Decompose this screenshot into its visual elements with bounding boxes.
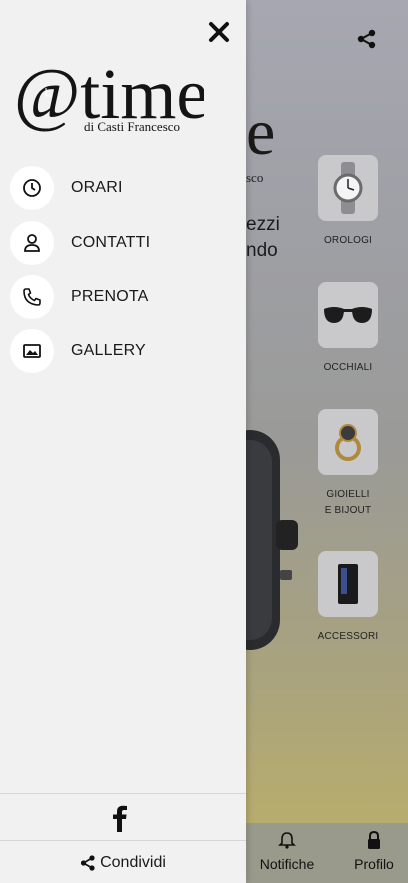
bottom-tab-bar: Notifiche Profilo (246, 823, 408, 883)
facebook-icon[interactable] (106, 802, 134, 832)
lighter-icon (338, 564, 358, 604)
menu-item-orari[interactable]: ORARI (10, 166, 240, 210)
logo-tagline: di Casti Francesco (84, 119, 180, 134)
category-tile (318, 551, 378, 617)
sunglasses-icon (324, 307, 372, 323)
background-logo-fragment: e (246, 96, 276, 169)
category-label: GIOIELLI E BIJOUT (324, 489, 372, 516)
category-orologi[interactable]: OROLOGI (312, 155, 384, 249)
image-icon (23, 344, 41, 358)
share-icon (80, 854, 95, 871)
share-button[interactable]: Condividi (0, 842, 246, 883)
category-tile (318, 155, 378, 221)
category-label: OCCHIALI (323, 362, 373, 373)
phone-icon (23, 288, 41, 306)
hero-line-2: ndo (246, 240, 278, 261)
tab-notifiche[interactable]: Notifiche (256, 831, 318, 872)
tab-profilo[interactable]: Profilo (346, 830, 402, 872)
background-logo-sub-fragment: sco (246, 170, 264, 185)
share-icon[interactable] (356, 28, 378, 50)
divider (0, 793, 246, 794)
category-label: OROLOGI (323, 235, 373, 246)
brand-logo: @time di Casti Francesco (14, 54, 208, 138)
category-tile (318, 409, 378, 475)
menu-item-label: ORARI (71, 179, 123, 196)
side-drawer: @time di Casti Francesco ORARI CONTATTI (0, 0, 246, 883)
category-label: ACCESSORI (317, 631, 379, 642)
watch-icon (333, 162, 363, 214)
menu-icon-circle (10, 166, 54, 210)
tab-label: Notifiche (259, 856, 315, 872)
menu-item-prenota[interactable]: PRENOTA (10, 275, 240, 319)
hero-line-1: ezzi (246, 214, 280, 235)
menu-item-contatti[interactable]: CONTATTI (10, 221, 240, 265)
menu-icon-circle (10, 221, 54, 265)
logo-graphic: @time di Casti Francesco (14, 54, 208, 134)
category-accessori[interactable]: ACCESSORI (312, 551, 384, 645)
ring-icon (335, 424, 361, 461)
person-icon (24, 234, 40, 252)
category-tile (318, 282, 378, 348)
menu-item-label: PRENOTA (71, 288, 149, 305)
menu-item-label: GALLERY (71, 342, 146, 359)
category-occhiali[interactable]: OCCHIALI (312, 282, 384, 376)
menu-item-label: CONTATTI (71, 234, 151, 251)
clock-icon (23, 179, 41, 197)
close-icon[interactable] (206, 19, 232, 45)
menu-icon-circle (10, 329, 54, 373)
menu-icon-circle (10, 275, 54, 319)
lock-icon (368, 830, 380, 849)
share-label: Condividi (100, 853, 166, 871)
tab-label: Profilo (354, 856, 394, 872)
category-gioielli[interactable]: GIOIELLI E BIJOUT (312, 409, 384, 519)
hero-text-fragment: ezzi ndo (246, 212, 280, 264)
menu-item-gallery[interactable]: GALLERY (10, 329, 240, 373)
divider (0, 840, 246, 841)
bell-icon (278, 832, 296, 849)
